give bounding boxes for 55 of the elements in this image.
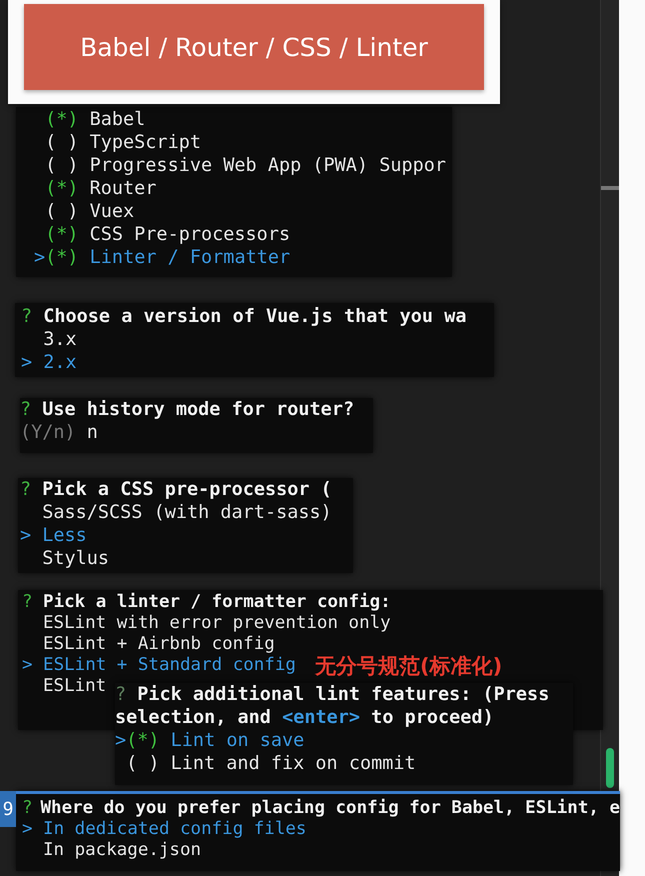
selection-pointer: > — [34, 246, 46, 269]
option-label[interactable]: Lint and fix on commit — [170, 752, 416, 775]
banner-title: Babel / Router / CSS / Linter — [24, 4, 484, 90]
option-label[interactable]: In dedicated config files — [43, 819, 306, 840]
option-label[interactable]: Vuex — [90, 200, 134, 223]
checkbox-mark[interactable]: (*) — [45, 108, 79, 131]
scroll-indicator — [606, 748, 614, 788]
checkbox-mark[interactable]: (*) — [45, 177, 79, 200]
question-text: Use history mode for router? — [42, 398, 354, 421]
option-label[interactable]: ESLint + Standard config — [43, 655, 296, 676]
selection-pointer: > — [22, 655, 33, 676]
option-label[interactable]: ESLint + Airbnb config — [43, 634, 275, 655]
option-label[interactable]: 2.x — [43, 351, 77, 374]
question-text: selection, and <enter> to proceed) — [115, 706, 494, 729]
selection-pointer: > — [21, 351, 32, 374]
checkbox-mark[interactable]: ( ) — [126, 752, 160, 775]
question-text: Where do you prefer placing config for Babel, ESLint, e — [40, 798, 620, 819]
option-label[interactable]: In package.json — [43, 840, 202, 861]
line-number: 9 — [0, 791, 16, 827]
checkbox-mark[interactable]: ( ) — [45, 154, 79, 177]
option-label[interactable]: TypeScript — [90, 131, 201, 154]
option-label[interactable]: 3.x — [43, 328, 77, 351]
annotation-text: 无分号规范(标准化) — [315, 653, 502, 679]
checkbox-mark[interactable]: (*) — [45, 246, 79, 269]
option-label[interactable]: ESLint with error prevention only — [43, 613, 391, 634]
hint-text: (Y/n) — [20, 421, 76, 444]
checkbox-mark[interactable]: (*) — [126, 729, 160, 752]
selection-pointer: > — [22, 819, 33, 840]
selection-pointer: > — [20, 524, 32, 547]
prompt-mark: ? — [22, 592, 33, 613]
option-label[interactable]: Router — [90, 177, 156, 200]
scroll-thumb[interactable] — [601, 186, 619, 190]
checkbox-mark[interactable]: (*) — [45, 223, 79, 246]
prompt-mark: ? — [20, 398, 32, 421]
prompt-mark: ? — [115, 683, 126, 706]
option-label[interactable]: Less — [42, 524, 87, 547]
option-label[interactable]: Babel — [90, 108, 146, 131]
selection-pointer: > — [115, 729, 126, 752]
option-label[interactable]: Linter / Formatter — [90, 246, 290, 269]
option-label[interactable]: Sass/SCSS (with dart-sass) — [42, 501, 332, 524]
prompt-mark: ? — [20, 478, 32, 501]
prompt-mark: ? — [22, 798, 33, 819]
option-label[interactable]: ESLint — [43, 676, 106, 697]
checkbox-mark[interactable]: ( ) — [45, 200, 79, 223]
question-text: Choose a version of Vue.js that you wa — [43, 305, 466, 328]
option-label[interactable]: Progressive Web App (PWA) Suppor — [90, 154, 446, 177]
question-text: Pick additional lint features: (Press — [137, 683, 550, 706]
option-label[interactable]: Stylus — [42, 547, 110, 570]
checkbox-mark[interactable]: ( ) — [45, 131, 79, 154]
question-text: Pick a CSS pre-processor ( — [42, 478, 332, 501]
option-label[interactable]: Lint on save — [170, 729, 304, 752]
prompt-mark: ? — [21, 305, 32, 328]
answer-text: n — [86, 421, 98, 444]
option-label[interactable]: CSS Pre-processors — [90, 223, 290, 246]
question-text: Pick a linter / formatter config: — [43, 592, 391, 613]
